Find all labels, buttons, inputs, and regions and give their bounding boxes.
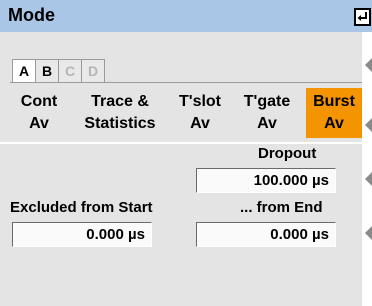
dropout-field[interactable]: 100.000 µs xyxy=(196,168,336,193)
mode-line2: Statistics xyxy=(84,115,156,132)
excluded-end-field[interactable]: 0.000 µs xyxy=(196,222,336,247)
mode-line2: Av xyxy=(190,115,210,132)
mode-dialog: Mode A B C D Cont Av Trace & Statistics … xyxy=(0,0,372,306)
mode-line1: Trace & xyxy=(91,93,149,110)
tab-baseline xyxy=(10,82,362,83)
mode-cont-av-button[interactable]: Cont Av xyxy=(12,88,66,138)
section-divider xyxy=(0,142,362,144)
enter-return-icon[interactable] xyxy=(354,8,371,26)
excluded-end-label: ... from End xyxy=(240,199,323,216)
title-bar: Mode xyxy=(0,0,372,32)
mode-line1: T'slot xyxy=(178,93,222,110)
excluded-start-field[interactable]: 0.000 µs xyxy=(12,222,152,247)
mode-trace-statistics-button[interactable]: Trace & Statistics xyxy=(72,88,168,138)
mode-line2: Av xyxy=(324,115,344,132)
mode-line1: Cont xyxy=(20,93,58,110)
mode-line2: Av xyxy=(257,115,277,132)
mode-line1: Burst xyxy=(313,93,355,110)
excluded-start-label: Excluded from Start xyxy=(10,199,153,216)
tab-c: C xyxy=(58,59,82,83)
mode-line1: T'gate xyxy=(243,93,291,110)
tab-b[interactable]: B xyxy=(35,59,59,83)
tab-a[interactable]: A xyxy=(12,59,36,83)
mode-line2: Av xyxy=(29,115,49,132)
mode-tgate-av-button[interactable]: T'gate Av xyxy=(234,88,300,138)
mode-burst-av-button[interactable]: Burst Av xyxy=(306,88,362,138)
dropout-label: Dropout xyxy=(258,145,317,162)
mode-tslot-av-button[interactable]: T'slot Av xyxy=(172,88,228,138)
tab-d: D xyxy=(81,59,105,83)
softkey-edge xyxy=(362,32,372,306)
dialog-title: Mode xyxy=(8,5,55,25)
